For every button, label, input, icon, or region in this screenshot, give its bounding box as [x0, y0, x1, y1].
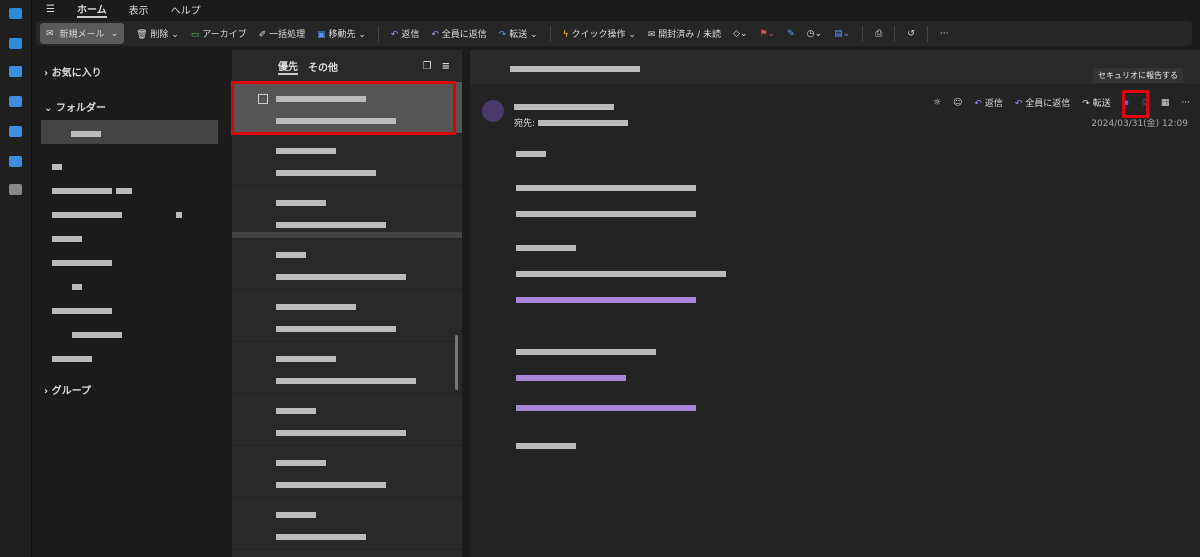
tag-icon[interactable]: ◇⌄ [733, 29, 747, 39]
ribbon: ✉ 新規メール ⌄ 🗑 削除 ⌄ ▭ アーカイブ ✐ 一括処理 ▣ 移動先 ⌄ ↶ … [36, 21, 1192, 46]
folder-item-selected[interactable] [41, 120, 218, 144]
subject [470, 50, 1200, 84]
tab-home[interactable]: ホーム [76, 1, 107, 18]
list-item[interactable] [232, 394, 462, 446]
list-item[interactable] [232, 134, 462, 186]
undo-icon[interactable]: ↺ [907, 29, 915, 39]
tooltip: セキュリオに報告する [1093, 68, 1183, 83]
folder-pane: › お気に入り ⌄ フォルダー › グループ [32, 50, 228, 557]
message-body [516, 142, 730, 460]
forward-button[interactable]: ↷ 転送 ⌄ [499, 27, 538, 40]
recipients: 宛先: [514, 116, 632, 129]
message-actions: ☼ ☺ ↶ 返信 ↶ 全員に返信 ↷ 転送 ▪ ♲ ▦ ··· [933, 96, 1190, 110]
people-icon[interactable] [9, 66, 22, 77]
more-icon[interactable]: ··· [1181, 98, 1190, 108]
reply-all-button[interactable]: ↶ 全員に返信 [431, 27, 486, 40]
new-mail-button[interactable]: ✉ 新規メール ⌄ [40, 23, 125, 44]
folder-list[interactable] [32, 144, 228, 372]
mail-icon[interactable] [9, 8, 22, 19]
folders-section[interactable]: ⌄ フォルダー [32, 95, 228, 118]
calendar-icon[interactable] [9, 38, 22, 49]
quick-steps-button[interactable]: ϟ クイック操作 ⌄ [563, 27, 636, 40]
tab-other[interactable]: その他 [308, 59, 338, 74]
snooze-icon[interactable]: ◷⌄ [807, 29, 822, 39]
apps-icon[interactable]: ▦ [1161, 98, 1170, 108]
reply-all-button[interactable]: ↶ 全員に返信 [1015, 96, 1070, 109]
highlight-box [1122, 90, 1149, 118]
scrollbar[interactable] [455, 335, 458, 390]
menu-bar: ☰ ホーム 表示 ヘルプ [32, 0, 1200, 18]
sender [514, 102, 618, 113]
reading-pane: 宛先: ☼ ☺ ↶ 返信 ↶ 全員に返信 ↷ 転送 ▪ ♲ ▦ ··· 2024… [470, 50, 1200, 557]
move-button[interactable]: ▣ 移動先 ⌄ [317, 27, 366, 40]
groups-icon[interactable] [9, 96, 22, 107]
emoji-icon[interactable]: ☺ [953, 98, 962, 108]
print-icon[interactable]: ⎙ [875, 29, 882, 39]
app-rail [0, 0, 32, 557]
list-item[interactable] [232, 446, 462, 498]
tab-help[interactable]: ヘルプ [171, 2, 201, 17]
groups-section[interactable]: › グループ [32, 378, 228, 401]
hamburger-icon[interactable]: ☰ [46, 4, 55, 15]
reply-button[interactable]: ↶ 返信 [391, 27, 419, 40]
forward-button[interactable]: ↷ 転送 [1082, 96, 1110, 109]
highlight-box [231, 81, 456, 135]
tab-focused[interactable]: 優先 [278, 58, 298, 75]
todo-icon[interactable] [9, 126, 22, 137]
reply-button[interactable]: ↶ 返信 [974, 96, 1002, 109]
delete-button[interactable]: 🗑 削除 ⌄ [136, 27, 179, 40]
list-item[interactable] [232, 186, 462, 238]
flag-icon[interactable]: ⚑⌄ [760, 29, 776, 39]
favorites-section[interactable]: › お気に入り [32, 60, 228, 83]
apps-icon[interactable] [9, 184, 22, 195]
onedrive-icon[interactable] [9, 156, 22, 167]
avatar [482, 100, 504, 122]
rules-icon[interactable]: ▤⌄ [834, 29, 850, 39]
sweep-button[interactable]: ✐ 一括処理 [259, 27, 305, 40]
more-icon[interactable]: ··· [940, 29, 949, 39]
list-item[interactable] [232, 290, 462, 342]
list-item[interactable] [232, 342, 462, 394]
list-item[interactable] [232, 238, 462, 290]
list-item[interactable] [232, 498, 462, 550]
pin-icon[interactable]: ✎ [787, 29, 795, 39]
tab-view[interactable]: 表示 [129, 2, 149, 17]
filter-icon[interactable]: ≡ [442, 61, 450, 72]
chevron-down-icon[interactable]: ⌄ [111, 29, 119, 39]
sun-icon[interactable]: ☼ [933, 98, 941, 108]
read-unread-button[interactable]: ✉ 開封済み / 未読 [648, 27, 721, 40]
archive-button[interactable]: ▭ アーカイブ [191, 27, 247, 40]
mail-icon: ✉ [46, 28, 54, 39]
select-icon[interactable]: ❐ [423, 61, 432, 72]
